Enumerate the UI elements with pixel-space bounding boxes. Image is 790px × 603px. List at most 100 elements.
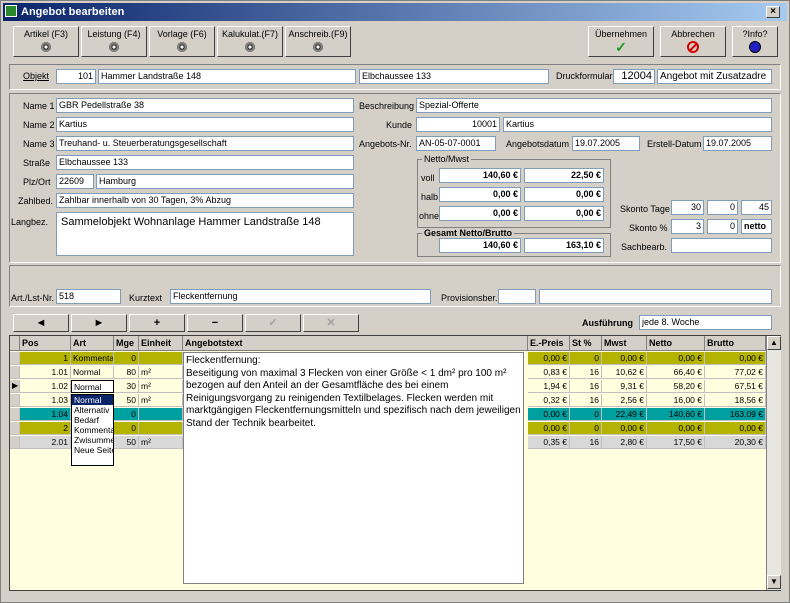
angebotsnr-field[interactable]: AN-05-07-0001 — [416, 136, 496, 151]
cell-pos[interactable]: 2 — [20, 422, 71, 435]
cell-einheit[interactable]: m² — [139, 394, 183, 407]
row-indicator[interactable] — [10, 436, 20, 449]
objekt-address-field[interactable]: Elbchaussee 133 — [359, 69, 549, 84]
cell-mwst[interactable]: 2,56 € — [602, 394, 647, 407]
ausfuehrung-field[interactable]: jede 8. Woche — [639, 315, 772, 330]
delete-row-button[interactable]: − — [187, 314, 243, 332]
sachbearb-field[interactable] — [671, 238, 772, 253]
artikel-button[interactable]: Artikel (F3) — [13, 26, 79, 57]
col-header-st[interactable]: St % — [570, 336, 602, 351]
cell-brutto[interactable]: 163,09 € — [705, 408, 766, 421]
cell-preis[interactable]: 0,00 € — [528, 352, 570, 365]
cell-st[interactable]: 16 — [570, 366, 602, 379]
cell-mwst[interactable]: 2,80 € — [602, 436, 647, 449]
cell-einheit[interactable] — [139, 408, 183, 421]
cell-pos[interactable]: 1.04 — [20, 408, 71, 421]
objekt-name-field[interactable]: Hammer Landstraße 148 — [98, 69, 356, 84]
col-header-pos[interactable]: Pos — [20, 336, 71, 351]
col-header-mge[interactable]: Mge — [114, 336, 139, 351]
cell-st[interactable]: 16 — [570, 436, 602, 449]
cell-st[interactable]: 0 — [570, 408, 602, 421]
add-row-button[interactable]: + — [129, 314, 185, 332]
skonto-tage2-field[interactable]: 0 — [707, 200, 738, 215]
row-indicator[interactable] — [10, 352, 20, 365]
dropdown-option-kommentar[interactable]: Kommentar — [72, 425, 113, 435]
cell-preis[interactable]: 0,00 € — [528, 422, 570, 435]
cell-netto[interactable]: 17,50 € — [647, 436, 705, 449]
scroll-up-arrow-icon[interactable]: ▲ — [767, 336, 781, 350]
name2-field[interactable]: Kartius — [56, 117, 354, 132]
cell-preis[interactable]: 0,00 € — [528, 408, 570, 421]
angebotsdatum-field[interactable]: 19.07.2005 — [572, 136, 640, 151]
skonto-tage1-field[interactable]: 30 — [671, 200, 704, 215]
col-header-einheit[interactable]: Einheit — [139, 336, 183, 351]
cell-mge[interactable]: 80 — [114, 366, 139, 379]
angebotstext-editor[interactable]: Fleckentfernung: Beseitigung von maximal… — [183, 352, 524, 584]
cell-brutto[interactable]: 20,30 € — [705, 436, 766, 449]
cell-art[interactable]: Normal — [71, 366, 114, 379]
skonto-proz2-field[interactable]: 0 — [707, 219, 738, 234]
cell-pos[interactable]: 1 — [20, 352, 71, 365]
col-header-epreis[interactable]: E.-Preis — [528, 336, 570, 351]
cell-einheit[interactable]: m² — [139, 380, 183, 393]
cell-preis[interactable]: 0,35 € — [528, 436, 570, 449]
cell-einheit[interactable]: m² — [139, 366, 183, 379]
cell-brutto[interactable]: 0,00 € — [705, 422, 766, 435]
cell-mwst[interactable]: 0,00 € — [602, 352, 647, 365]
provisionsber-text-field[interactable] — [539, 289, 772, 304]
scroll-down-arrow-icon[interactable]: ▼ — [767, 575, 781, 589]
cell-preis[interactable]: 0,32 € — [528, 394, 570, 407]
cell-netto[interactable]: 58,20 € — [647, 380, 705, 393]
ort-field[interactable]: Hamburg — [96, 174, 354, 189]
cell-mge[interactable]: 50 — [114, 394, 139, 407]
cell-mwst[interactable]: 9,31 € — [602, 380, 647, 393]
dropdown-option-neue-seite[interactable]: Neue Seite — [72, 445, 113, 455]
cell-mge[interactable]: 0 — [114, 352, 139, 365]
beschreibung-field[interactable]: Spezial-Offerte — [416, 98, 772, 113]
cell-preis[interactable]: 0,83 € — [528, 366, 570, 379]
row-indicator[interactable] — [10, 394, 20, 407]
skonto-proz3-field[interactable]: netto — [741, 219, 772, 234]
col-header-art[interactable]: Art — [71, 336, 114, 351]
cell-st[interactable]: 16 — [570, 394, 602, 407]
cell-mge[interactable]: 50 — [114, 436, 139, 449]
cell-einheit[interactable] — [139, 422, 183, 435]
cancel-row-button[interactable]: ✕ — [303, 314, 359, 332]
prev-button[interactable]: ◄ — [13, 314, 69, 332]
objekt-nr-field[interactable]: 101 — [56, 69, 96, 84]
vorlage-button[interactable]: Vorlage (F6) — [149, 26, 215, 57]
cell-mwst[interactable]: 22,49 € — [602, 408, 647, 421]
dropdown-option-alternativ[interactable]: Alternativ — [72, 405, 113, 415]
row-indicator[interactable] — [10, 408, 20, 421]
col-header-angebotstext[interactable]: Angebotstext — [183, 336, 528, 351]
dropdown-option-zwisumme[interactable]: Zwisumme — [72, 435, 113, 445]
confirm-row-button[interactable]: ✓ — [245, 314, 301, 332]
cell-st[interactable]: 0 — [570, 422, 602, 435]
uebernehmen-button[interactable]: Übernehmen ✓ — [588, 26, 654, 57]
leistung-button[interactable]: Leistung (F4) — [81, 26, 147, 57]
row-indicator[interactable] — [10, 366, 20, 379]
cell-netto[interactable]: 16,00 € — [647, 394, 705, 407]
cell-pos[interactable]: 1.01 — [20, 366, 71, 379]
druck-name-field[interactable]: Angebot mit Zusatzadre — [657, 69, 772, 84]
cell-einheit[interactable]: m² — [139, 436, 183, 449]
anschreiben-button[interactable]: Anschreib.(F9) — [285, 26, 351, 57]
cell-netto[interactable]: 66,40 € — [647, 366, 705, 379]
col-header-netto[interactable]: Netto — [647, 336, 705, 351]
provisionsber-field[interactable] — [498, 289, 536, 304]
zahlbed-field[interactable]: Zahlbar innerhalb von 30 Tagen, 3% Abzug — [56, 193, 354, 208]
cell-mwst[interactable]: 10,62 € — [602, 366, 647, 379]
cell-art[interactable]: Normal — [71, 380, 114, 393]
cell-st[interactable]: 16 — [570, 380, 602, 393]
cell-pos[interactable]: 1.02 — [20, 380, 71, 393]
dropdown-option-normal[interactable]: Normal — [72, 395, 113, 405]
skonto-proz1-field[interactable]: 3 — [671, 219, 704, 234]
cell-pos[interactable]: 2.01 — [20, 436, 71, 449]
grid-vertical-scrollbar[interactable]: ▲ ▼ — [766, 336, 781, 590]
dropdown-option-bedarf[interactable]: Bedarf — [72, 415, 113, 425]
cell-preis[interactable]: 1,94 € — [528, 380, 570, 393]
cell-art[interactable]: Kommentar — [71, 352, 114, 365]
cell-netto[interactable]: 140,60 € — [647, 408, 705, 421]
row-indicator[interactable] — [10, 422, 20, 435]
info-button[interactable]: ?Info? — [732, 26, 778, 57]
